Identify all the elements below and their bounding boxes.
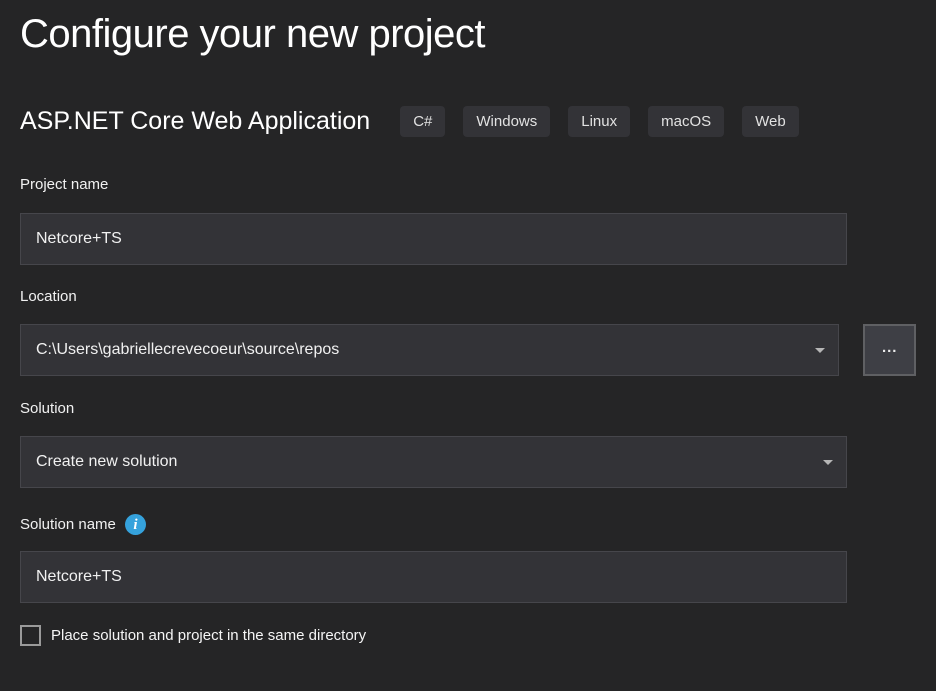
solution-value: Create new solution: [36, 453, 177, 471]
same-directory-row[interactable]: Place solution and project in the same d…: [20, 625, 916, 646]
template-row: ASP.NET Core Web Application C# Windows …: [20, 106, 916, 137]
location-combobox[interactable]: C:\Users\gabriellecrevecoeur\source\repo…: [20, 324, 839, 376]
same-directory-label[interactable]: Place solution and project in the same d…: [51, 627, 366, 644]
same-directory-checkbox[interactable]: [20, 625, 41, 646]
solution-name-input[interactable]: [20, 551, 847, 603]
configure-project-page: Configure your new project ASP.NET Core …: [0, 0, 936, 646]
project-name-input[interactable]: [20, 213, 847, 265]
tag-web: Web: [742, 106, 799, 137]
location-row: C:\Users\gabriellecrevecoeur\source\repo…: [20, 324, 916, 376]
browse-button[interactable]: ...: [863, 324, 916, 376]
solution-name-label: Solution name: [20, 516, 116, 534]
solution-row: Create new solution: [20, 436, 916, 488]
template-tags: C# Windows Linux macOS Web: [400, 106, 799, 137]
chevron-down-icon: [823, 460, 833, 465]
template-name: ASP.NET Core Web Application: [20, 106, 370, 137]
tag-macos: macOS: [648, 106, 724, 137]
chevron-down-icon: [815, 348, 825, 353]
info-icon[interactable]: i: [125, 514, 146, 535]
solution-label: Solution: [20, 400, 916, 418]
solution-combobox[interactable]: Create new solution: [20, 436, 847, 488]
location-value: C:\Users\gabriellecrevecoeur\source\repo…: [36, 341, 339, 359]
tag-linux: Linux: [568, 106, 630, 137]
location-label: Location: [20, 288, 916, 306]
page-title: Configure your new project: [20, 10, 916, 58]
solution-name-label-row: Solution name i: [20, 514, 916, 535]
tag-windows: Windows: [463, 106, 550, 137]
project-name-label: Project name: [20, 176, 916, 194]
tag-csharp: C#: [400, 106, 445, 137]
